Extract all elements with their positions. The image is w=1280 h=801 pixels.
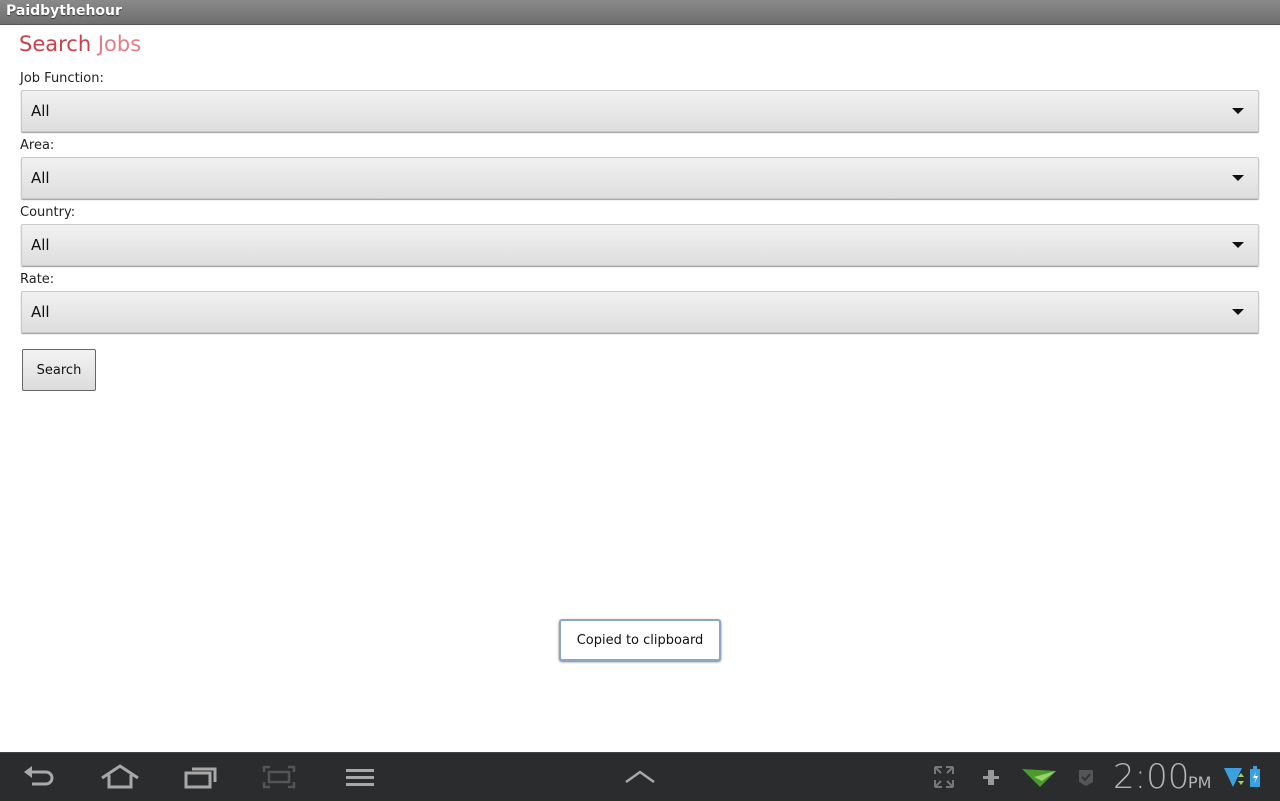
clock-time: 2:00 [1113, 757, 1190, 797]
dropdown-arrow-icon [1232, 309, 1244, 315]
page-title-word1: Search [19, 32, 92, 56]
dropdown-arrow-icon [1232, 175, 1244, 181]
rate-label: Rate: [20, 272, 55, 287]
area-value: All [31, 169, 50, 187]
back-icon[interactable] [20, 763, 60, 791]
system-navigation-bar: 2:00 PM [0, 752, 1280, 801]
home-icon[interactable] [100, 763, 140, 791]
area-select[interactable]: All [21, 157, 1259, 199]
job-function-label: Job Function: [20, 71, 104, 86]
fullscreen-icon[interactable] [924, 763, 964, 791]
chevron-up-icon[interactable] [620, 763, 660, 791]
page-title-word2: Jobs [97, 32, 142, 56]
search-button[interactable]: Search [22, 349, 96, 391]
country-select[interactable]: All [21, 224, 1259, 266]
usb-debug-icon [983, 770, 999, 785]
area-label: Area: [20, 138, 55, 153]
notification-icon [1079, 770, 1093, 786]
toast-message: Copied to clipboard [559, 619, 721, 661]
page-title: Search Jobs [19, 32, 141, 56]
rate-value: All [31, 303, 50, 321]
clock-ampm: PM [1188, 773, 1212, 792]
rate-select[interactable]: All [21, 291, 1259, 333]
battery-icon [1250, 766, 1260, 787]
job-function-select[interactable]: All [21, 90, 1259, 132]
country-value: All [31, 236, 50, 254]
airdroid-icon [1022, 769, 1056, 787]
app-title: Paidbythehour [6, 3, 122, 19]
dropdown-arrow-icon [1232, 108, 1244, 114]
dropdown-arrow-icon [1232, 242, 1244, 248]
app-title-bar: Paidbythehour [0, 0, 1280, 25]
screenshot-icon[interactable] [259, 763, 299, 791]
menu-icon[interactable] [340, 763, 380, 791]
recent-apps-icon[interactable] [181, 763, 221, 791]
job-function-value: All [31, 102, 50, 120]
country-label: Country: [20, 205, 76, 220]
